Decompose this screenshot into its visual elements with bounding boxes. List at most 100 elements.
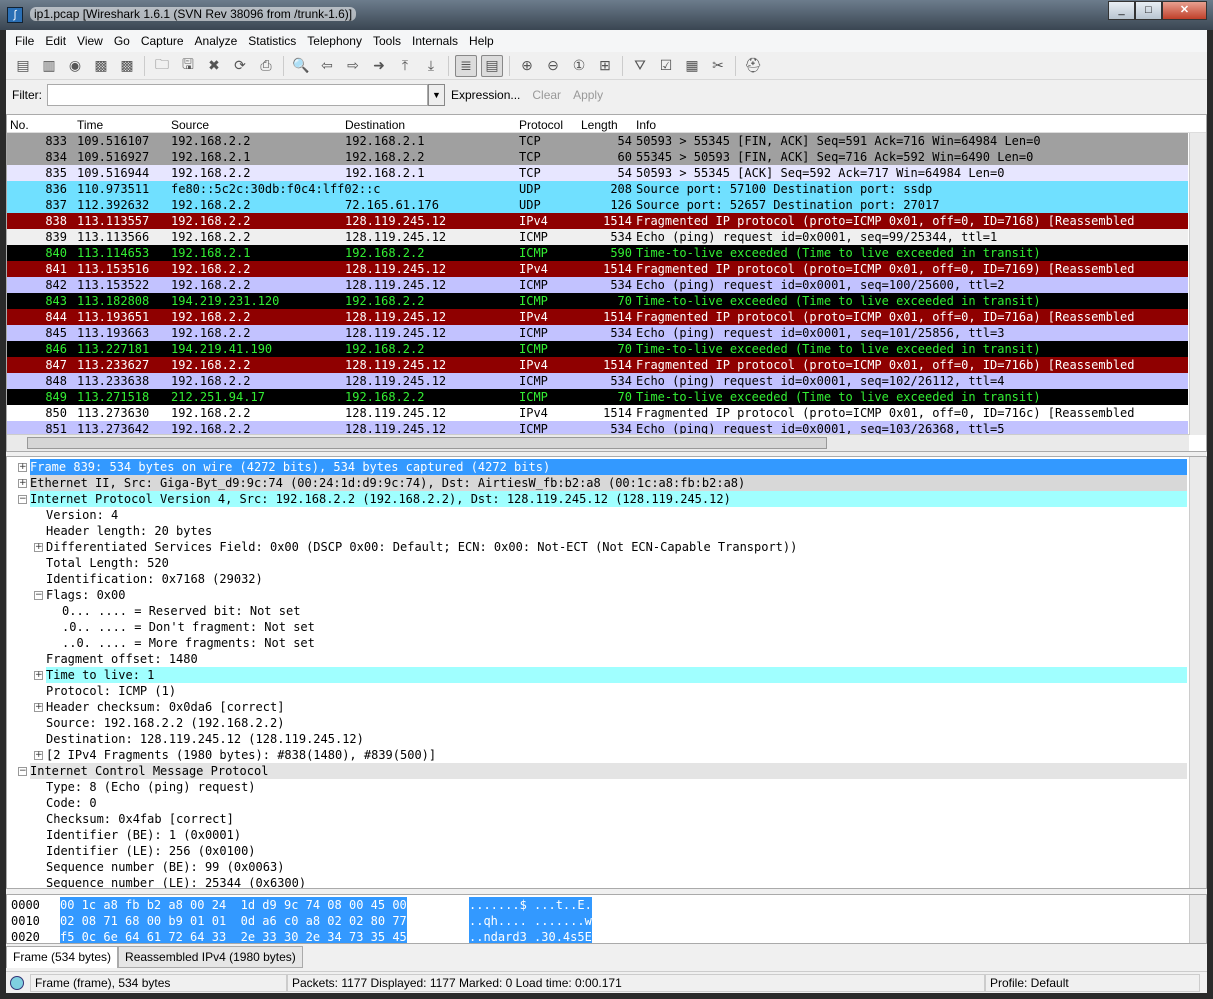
tree-item[interactable]: + Ethernet II, Src: Giga-Byt_d9:9c:74 (00… bbox=[7, 475, 1187, 491]
packet-row[interactable]: 844 113.193651 192.168.2.2 128.119.245.12 IP… bbox=[7, 309, 1188, 325]
column-header-no[interactable]: No. bbox=[10, 118, 29, 132]
open-file-button[interactable]: 🗀 bbox=[151, 55, 173, 77]
tree-item[interactable]: + Header checksum: 0x0da6 [correct] bbox=[7, 699, 1187, 715]
column-header-destination[interactable]: Destination bbox=[345, 118, 405, 132]
tree-item[interactable]: Type: 8 (Echo (ping) request) bbox=[7, 779, 1187, 795]
packet-row[interactable]: 846 113.227181 194.219.41.190 192.168.2.2 IC… bbox=[7, 341, 1188, 357]
tab-reassembled-bytes[interactable]: Reassembled IPv4 (1980 bytes) bbox=[118, 946, 303, 968]
packet-row[interactable]: 837 112.392632 192.168.2.2 72.165.61.176 UDP… bbox=[7, 197, 1188, 213]
menu-go[interactable]: Go bbox=[109, 34, 136, 48]
go-forward-button[interactable]: ⇨ bbox=[342, 55, 364, 77]
capture-restart-button[interactable]: ▩ bbox=[116, 55, 138, 77]
tree-item[interactable]: Checksum: 0x4fab [correct] bbox=[7, 811, 1187, 827]
tab-frame-bytes[interactable]: Frame (534 bytes) bbox=[6, 946, 119, 968]
menu-edit[interactable]: Edit bbox=[40, 34, 72, 48]
expert-info-indicator-icon[interactable] bbox=[10, 975, 24, 990]
capture-stop-button[interactable]: ▩ bbox=[90, 55, 112, 77]
zoom-normal-button[interactable]: ① bbox=[568, 55, 590, 77]
column-header-info[interactable]: Info bbox=[636, 118, 656, 132]
capture-filters-button[interactable]: ⛛ bbox=[629, 55, 651, 77]
scrollbar-thumb[interactable] bbox=[27, 437, 827, 449]
go-first-button[interactable]: ⤒ bbox=[394, 55, 416, 77]
menu-help[interactable]: Help bbox=[464, 34, 500, 48]
packet-row[interactable]: 849 113.271518 212.251.94.17 192.168.2.2 ICM… bbox=[7, 389, 1188, 405]
tree-item[interactable]: Identifier (BE): 1 (0x0001) bbox=[7, 827, 1187, 843]
packet-row[interactable]: 847 113.233627 192.168.2.2 128.119.245.12 IP… bbox=[7, 357, 1188, 373]
menu-telephony[interactable]: Telephony bbox=[302, 34, 368, 48]
expression-button[interactable]: Expression... bbox=[451, 88, 520, 102]
resize-columns-button[interactable]: ⊞ bbox=[594, 55, 616, 77]
tree-item[interactable]: + Frame 839: 534 bytes on wire (4272 bits… bbox=[7, 459, 1187, 475]
tree-item[interactable]: .0.. .... = Don't fragment: Not set bbox=[7, 619, 1187, 635]
tree-item[interactable]: + [2 IPv4 Fragments (1980 bytes): #838(14… bbox=[7, 747, 1187, 763]
menu-tools[interactable]: Tools bbox=[368, 34, 407, 48]
byte-ascii[interactable]: ..ndard3 .30.4s5E bbox=[469, 929, 592, 943]
packet-row[interactable]: 842 113.153522 192.168.2.2 128.119.245.12 IC… bbox=[7, 277, 1188, 293]
tree-item[interactable]: Total Length: 520 bbox=[7, 555, 1187, 571]
filter-input[interactable] bbox=[47, 84, 428, 106]
column-header-protocol[interactable]: Protocol bbox=[519, 118, 563, 132]
tree-item[interactable]: Sequence number (LE): 25344 (0x6300) bbox=[7, 875, 1187, 888]
tree-item[interactable]: Destination: 128.119.245.12 (128.119.245… bbox=[7, 731, 1187, 747]
expand-icon[interactable]: + bbox=[34, 751, 43, 760]
byte-hex[interactable]: 00 1c a8 fb b2 a8 00 24 1d d9 9c 74 08 0… bbox=[60, 897, 407, 913]
byte-hex[interactable]: 02 08 71 68 00 b9 01 01 0d a6 c0 a8 02 0… bbox=[60, 913, 407, 929]
status-profile[interactable]: Profile: Default bbox=[985, 973, 1200, 992]
collapse-icon[interactable]: − bbox=[34, 591, 43, 600]
menu-capture[interactable]: Capture bbox=[136, 34, 190, 48]
tree-item[interactable]: Identification: 0x7168 (29032) bbox=[7, 571, 1187, 587]
tree-item[interactable]: Sequence number (BE): 99 (0x0063) bbox=[7, 859, 1187, 875]
interface-list-button[interactable]: ▤ bbox=[12, 55, 34, 77]
expand-icon[interactable]: + bbox=[18, 463, 27, 472]
column-header-length[interactable]: Length bbox=[581, 118, 618, 132]
menu-file[interactable]: File bbox=[10, 34, 40, 48]
packet-row[interactable]: 836 110.973511 fe80::5c2c:30db:f0c4:lff02:… bbox=[7, 181, 1188, 197]
find-button[interactable]: 🔍 bbox=[290, 55, 312, 77]
byte-hex[interactable]: f5 0c 6e 64 61 72 64 33 2e 33 30 2e 34 7… bbox=[60, 929, 407, 943]
go-last-button[interactable]: ⤓ bbox=[420, 55, 442, 77]
apply-button[interactable]: Apply bbox=[573, 88, 603, 102]
collapse-icon[interactable]: − bbox=[18, 495, 27, 504]
byte-ascii[interactable]: .......$ ...t..E. bbox=[469, 897, 592, 913]
packet-row[interactable]: 850 113.273630 192.168.2.2 128.119.245.12 IP… bbox=[7, 405, 1188, 421]
tree-item[interactable]: − Internet Control Message Protocol bbox=[7, 763, 1187, 779]
capture-start-button[interactable]: ◉ bbox=[64, 55, 86, 77]
help-button[interactable]: ⛑ bbox=[742, 55, 764, 77]
tree-item[interactable]: Protocol: ICMP (1) bbox=[7, 683, 1187, 699]
packet-row[interactable]: 848 113.233638 192.168.2.2 128.119.245.12 IC… bbox=[7, 373, 1188, 389]
tree-item[interactable]: Version: 4 bbox=[7, 507, 1187, 523]
go-back-button[interactable]: ⇦ bbox=[316, 55, 338, 77]
packet-row[interactable]: 845 113.193663 192.168.2.2 128.119.245.12 IC… bbox=[7, 325, 1188, 341]
tree-item[interactable]: Fragment offset: 1480 bbox=[7, 651, 1187, 667]
display-filters-button[interactable]: ☑ bbox=[655, 55, 677, 77]
tree-item[interactable]: − Internet Protocol Version 4, Src: 192.1… bbox=[7, 491, 1187, 507]
menu-internals[interactable]: Internals bbox=[407, 34, 464, 48]
reload-button[interactable]: ⟳ bbox=[229, 55, 251, 77]
save-button[interactable]: 🖫 bbox=[177, 55, 199, 77]
colorize-button[interactable]: ≣ bbox=[455, 54, 477, 77]
byte-ascii[interactable]: ..qh.... .......w bbox=[469, 913, 592, 929]
packet-row[interactable]: 839 113.113566 192.168.2.2 128.119.245.12 IC… bbox=[7, 229, 1188, 245]
expand-icon[interactable]: + bbox=[34, 671, 43, 680]
expand-icon[interactable]: + bbox=[34, 543, 43, 552]
go-to-packet-button[interactable]: ➜ bbox=[368, 55, 390, 77]
tree-item[interactable]: Source: 192.168.2.2 (192.168.2.2) bbox=[7, 715, 1187, 731]
bytes-vertical-scrollbar[interactable] bbox=[1189, 895, 1206, 943]
autoscroll-button[interactable]: ▤ bbox=[481, 54, 503, 77]
packet-row[interactable]: 838 113.113557 192.168.2.2 128.119.245.12 IP… bbox=[7, 213, 1188, 229]
tree-item[interactable]: + Differentiated Services Field: 0x00 (DS… bbox=[7, 539, 1187, 555]
menu-statistics[interactable]: Statistics bbox=[243, 34, 302, 48]
packet-row[interactable]: 834 109.516927 192.168.2.1 192.168.2.2 TCP 60… bbox=[7, 149, 1188, 165]
packet-row[interactable]: 841 113.153516 192.168.2.2 128.119.245.12 IP… bbox=[7, 261, 1188, 277]
menu-view[interactable]: View bbox=[72, 34, 109, 48]
print-button[interactable]: ⎙ bbox=[255, 55, 277, 77]
preferences-button[interactable]: ✂ bbox=[707, 55, 729, 77]
zoom-in-button[interactable]: ⊕ bbox=[516, 55, 538, 77]
maximize-button[interactable]: □ bbox=[1135, 1, 1162, 20]
column-header-time[interactable]: Time bbox=[77, 118, 103, 132]
menu-analyze[interactable]: Analyze bbox=[190, 34, 244, 48]
tree-item[interactable]: Identifier (LE): 256 (0x0100) bbox=[7, 843, 1187, 859]
tree-item[interactable]: − Flags: 0x00 bbox=[7, 587, 1187, 603]
details-vertical-scrollbar[interactable] bbox=[1189, 457, 1206, 888]
filter-dropdown-button[interactable]: ▼ bbox=[428, 84, 445, 106]
